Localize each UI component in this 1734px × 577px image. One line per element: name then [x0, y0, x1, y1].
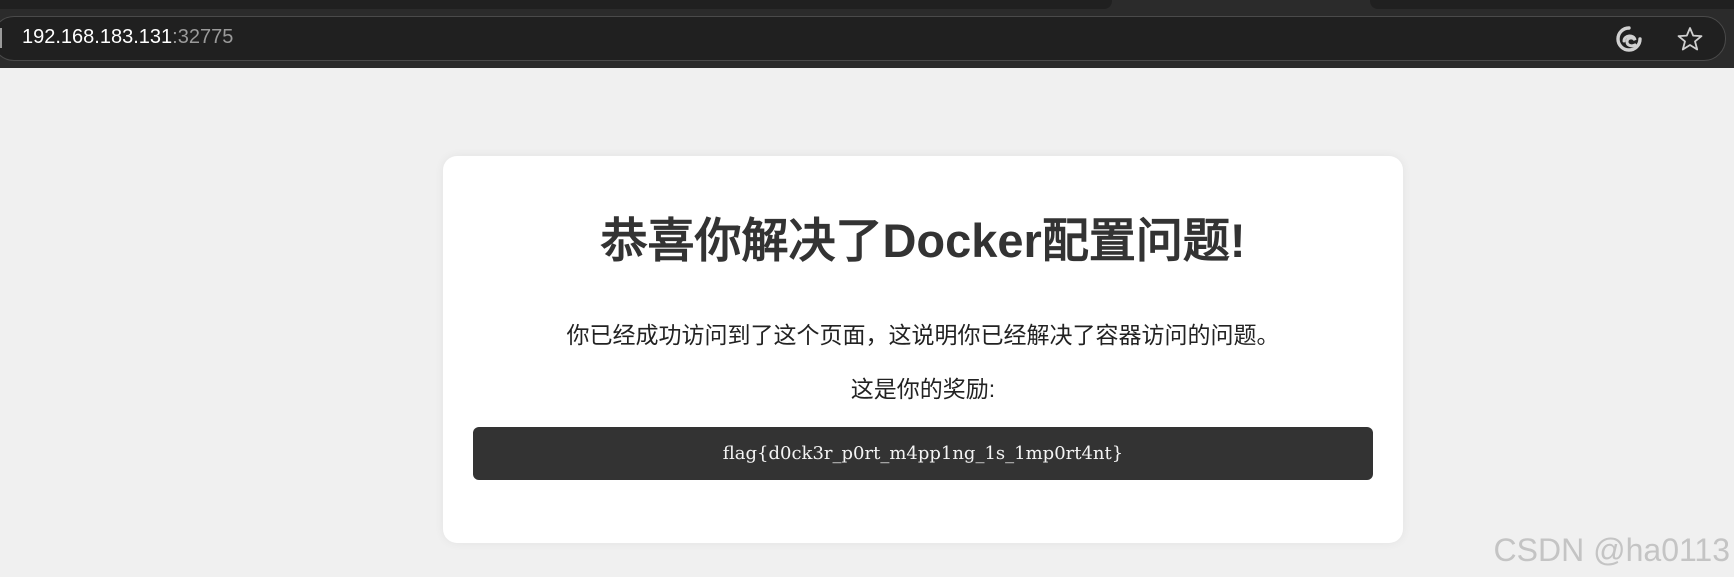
csdn-watermark: CSDN @ha0113: [1493, 532, 1730, 568]
url-host: 192.168.183.131: [22, 26, 173, 48]
url-text[interactable]: 192.168.183.131:32775: [22, 26, 233, 49]
page-content: 恭喜你解决了Docker配置问题! 你已经成功访问到了这个页面，这说明你已经解决…: [0, 68, 1734, 577]
refresh-edge-icon[interactable]: [1614, 24, 1644, 54]
url-port: :32775: [172, 26, 234, 48]
browser-toolbar: 192.168.183.131:32775: [0, 0, 1734, 68]
address-bar-edge: [0, 28, 2, 48]
success-description: 你已经成功访问到了这个页面，这说明你已经解决了容器访问的问题。: [566, 322, 1280, 348]
reward-label: 这是你的奖励:: [850, 376, 996, 402]
tab-strip-left[interactable]: [0, 0, 1112, 9]
success-card: 恭喜你解决了Docker配置问题! 你已经成功访问到了这个页面，这说明你已经解决…: [443, 156, 1403, 543]
page-title: 恭喜你解决了Docker配置问题!: [600, 214, 1246, 267]
tab-strip-right[interactable]: [1370, 0, 1734, 9]
flag-text[interactable]: flag{d0ck3r_p0rt_m4pp1ng_1s_1mp0rt4nt}: [723, 443, 1123, 464]
address-bar[interactable]: [0, 16, 1726, 61]
favorite-star-icon[interactable]: [1675, 24, 1705, 54]
flag-box: flag{d0ck3r_p0rt_m4pp1ng_1s_1mp0rt4nt}: [473, 427, 1373, 480]
